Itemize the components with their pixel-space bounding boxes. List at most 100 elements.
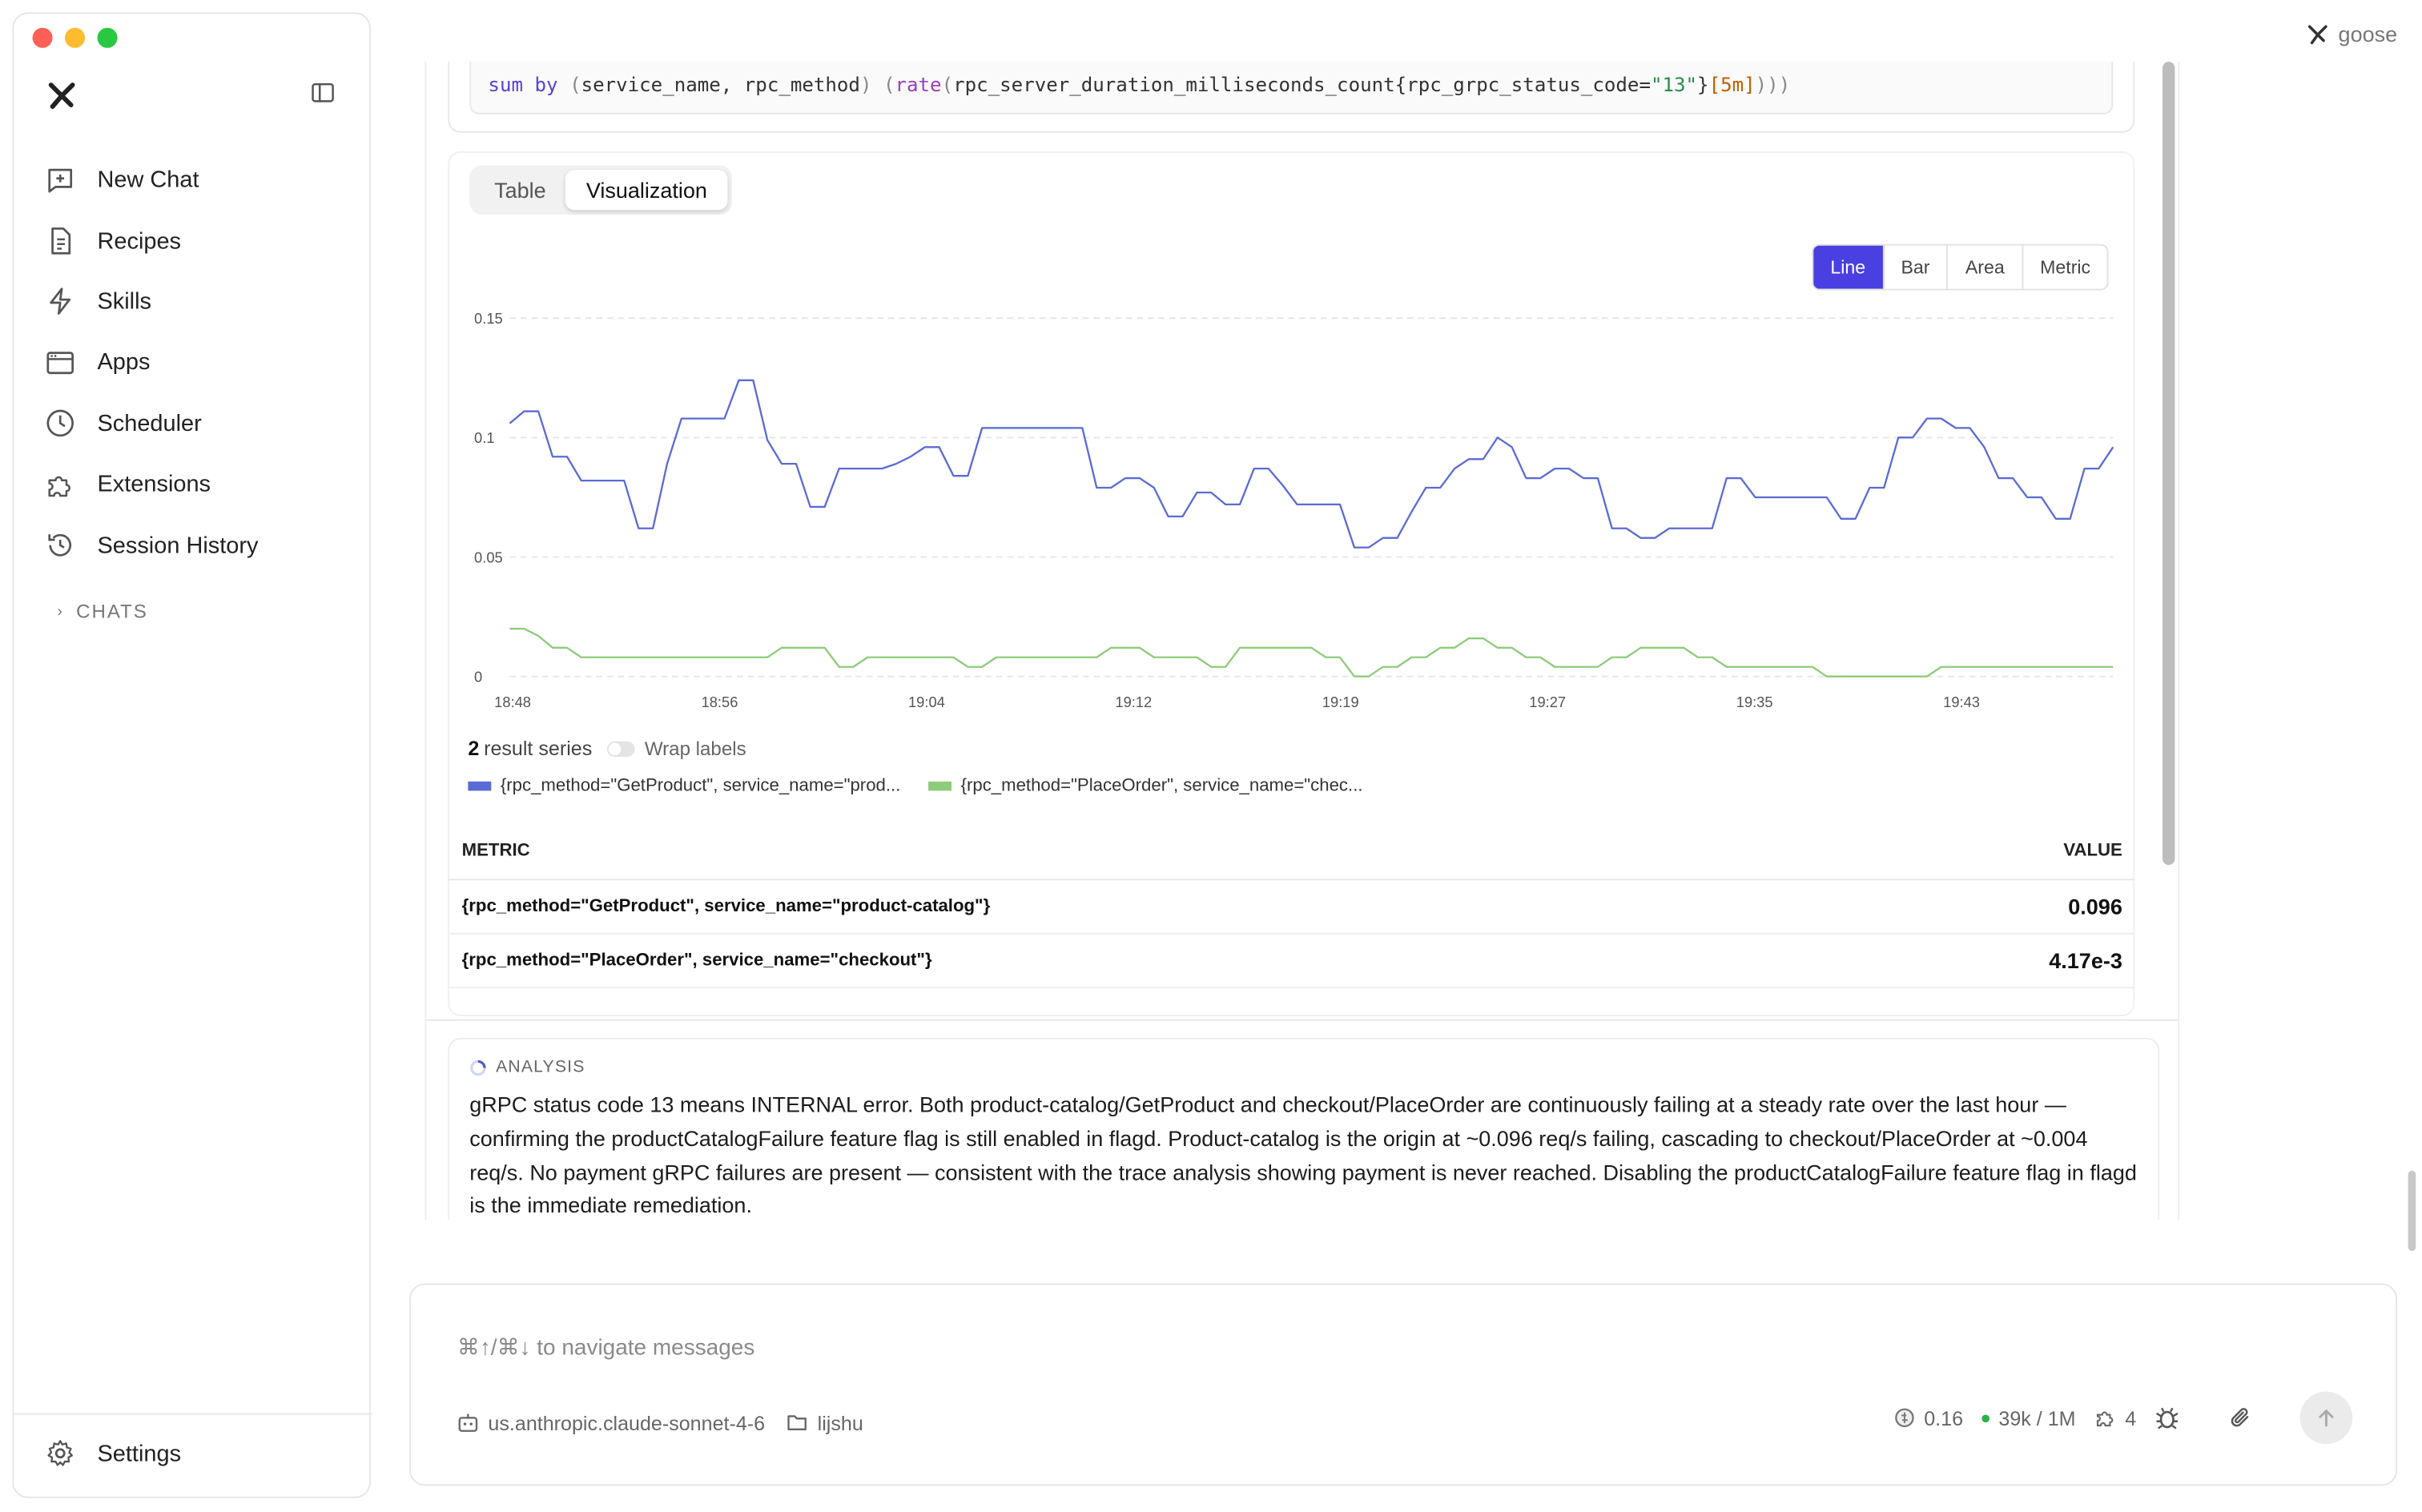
token-usage[interactable]: 39k / 1M [1981, 1405, 2076, 1430]
chart-type-area-button[interactable]: Area [1949, 245, 2023, 289]
message-panel: sum by (service_name, rpc_method) (rate(… [424, 62, 2180, 1220]
chart-type-line-button[interactable]: Line [1813, 245, 1885, 289]
window-controls [32, 27, 118, 48]
metric-cell: {rpc_method="GetProduct", service_name="… [461, 897, 991, 916]
sidebar-item-scheduler[interactable]: Scheduler [45, 393, 354, 454]
sidebar-item-label: Apps [97, 349, 151, 376]
query-token: ] [1744, 72, 1756, 96]
history-icon [48, 533, 72, 557]
y-tick-label: 0.15 [474, 310, 503, 327]
query-token: ( [569, 72, 581, 96]
series-count-label: result series [484, 736, 593, 760]
goose-logo-icon [2307, 24, 2327, 44]
sidebar-item-new-chat[interactable]: New Chat [45, 150, 354, 211]
tab-table[interactable]: Table [474, 170, 566, 210]
metric-column-header: METRIC [461, 841, 530, 860]
composer-toolbar: us.anthropic.claude-sonnet-4-6 lijshu 0.… [457, 1391, 2353, 1445]
token-count: 39k / 1M [1998, 1405, 2076, 1430]
send-button[interactable] [2299, 1391, 2353, 1445]
wrap-labels-label: Wrap labels [644, 737, 746, 759]
legend-label: {rpc_method="GetProduct", service_name="… [500, 777, 901, 796]
maximize-window-button[interactable] [97, 27, 118, 48]
spinner-icon [470, 1059, 486, 1076]
chats-section-toggle[interactable]: › CHATS [57, 601, 147, 622]
analysis-header: ANALYSIS [469, 1058, 2139, 1076]
legend-label: {rpc_method="PlaceOrder", service_name="… [960, 777, 1363, 796]
composer-placeholder[interactable]: ⌘↑/⌘↓ to navigate messages [457, 1336, 754, 1361]
cost-indicator[interactable]: 0.16 [1893, 1406, 1963, 1430]
x-tick-label: 19:04 [908, 694, 945, 710]
line-chart: 0 0.05 0.1 0.15 18:48 18:56 19:04 19:12 19:19 19:… [474, 310, 2114, 710]
page-scrollbar[interactable] [2408, 1170, 2416, 1252]
table-row: {rpc_method="PlaceOrder", service_name="… [448, 935, 2135, 989]
sidebar-item-label: Extensions [97, 471, 211, 498]
debug-button[interactable] [2154, 1405, 2188, 1430]
chart-type-bar-button[interactable]: Bar [1884, 245, 1949, 289]
panel-scrollbar[interactable] [2162, 62, 2175, 865]
model-selector[interactable]: us.anthropic.claude-sonnet-4-6 [457, 1411, 765, 1434]
wrap-labels-toggle[interactable] [607, 740, 636, 757]
result-tabs: Table Visualization [469, 165, 732, 215]
query-token: { [1394, 72, 1407, 96]
query-token: rate [895, 72, 942, 96]
puzzle-icon [48, 475, 71, 497]
metric-cell: {rpc_method="PlaceOrder", service_name="… [461, 951, 932, 971]
directory-selector[interactable]: lijshu [787, 1411, 863, 1434]
sidebar-item-skills[interactable]: Skills [45, 271, 354, 332]
app-window: goose New Chat Recipes Skills Apps Sched… [0, 0, 2422, 1512]
sidebar-divider [14, 1413, 372, 1415]
recipe-icon [51, 227, 71, 255]
sidebar-item-label: Scheduler [97, 410, 202, 437]
sidebar-item-recipes[interactable]: Recipes [45, 211, 354, 271]
x-tick-label: 18:48 [494, 694, 531, 710]
query-token: } [1697, 72, 1709, 96]
new-chat-icon [48, 168, 73, 192]
bolt-icon [50, 288, 71, 316]
extensions-count: 4 [2125, 1405, 2137, 1430]
query-token: rpc_grpc_status_code [1406, 72, 1639, 96]
legend-item[interactable]: {rpc_method="PlaceOrder", service_name="… [928, 777, 1363, 796]
settings-button[interactable]: Settings [45, 1438, 181, 1469]
sidebar-item-label: New Chat [97, 167, 199, 194]
x-tick-label: 19:43 [1943, 694, 1980, 710]
chats-label: CHATS [76, 601, 148, 623]
value-cell: 0.096 [2068, 894, 2122, 919]
sidebar-item-extensions[interactable]: Extensions [45, 454, 354, 515]
sidebar-nav: New Chat Recipes Skills Apps Scheduler E… [45, 150, 354, 576]
series-count: 2 [468, 736, 480, 760]
value-column-header: VALUE [2063, 841, 2122, 860]
x-tick-label: 18:56 [702, 694, 738, 710]
y-tick-label: 0.05 [474, 549, 503, 565]
promql-query-code: sum by (service_name, rpc_method) (rate(… [469, 62, 2114, 115]
sidebar-item-apps[interactable]: Apps [45, 332, 354, 393]
analysis-label: ANALYSIS [496, 1058, 585, 1077]
app-brand: goose [2306, 22, 2397, 46]
close-window-button[interactable] [32, 27, 53, 48]
settings-label: Settings [97, 1440, 182, 1467]
legend-item[interactable]: {rpc_method="GetProduct", service_name="… [468, 777, 900, 795]
extensions-indicator[interactable]: 4 [2094, 1405, 2137, 1430]
x-tick-label: 19:19 [1322, 694, 1359, 710]
goose-logo-icon[interactable] [45, 78, 78, 112]
minimize-window-button[interactable] [64, 27, 86, 48]
series-line[interactable] [509, 379, 2114, 549]
query-token: ( [883, 72, 895, 96]
query-token: [ [1708, 72, 1721, 96]
sidebar-item-session-history[interactable]: Session History [45, 515, 354, 576]
chart-type-metric-button[interactable]: Metric [2023, 246, 2107, 289]
coin-icon [1894, 1408, 1913, 1428]
attach-button[interactable] [2229, 1405, 2263, 1430]
clock-icon [46, 410, 74, 437]
query-token: by [534, 72, 558, 96]
message-composer[interactable]: ⌘↑/⌘↓ to navigate messages us.anthropic.… [409, 1283, 2398, 1486]
sidebar-toggle-icon[interactable] [311, 80, 336, 105]
tab-visualization[interactable]: Visualization [565, 170, 728, 211]
chart-legend: {rpc_method="GetProduct", service_name="… [468, 777, 1390, 795]
directory-name: lijshu [817, 1410, 863, 1434]
bot-icon [458, 1413, 478, 1432]
series-line[interactable] [509, 627, 2114, 678]
query-token: 5m [1720, 72, 1744, 96]
gear-icon [47, 1440, 74, 1466]
arrow-up-icon [2319, 1409, 2334, 1427]
legend-swatch [468, 781, 492, 791]
